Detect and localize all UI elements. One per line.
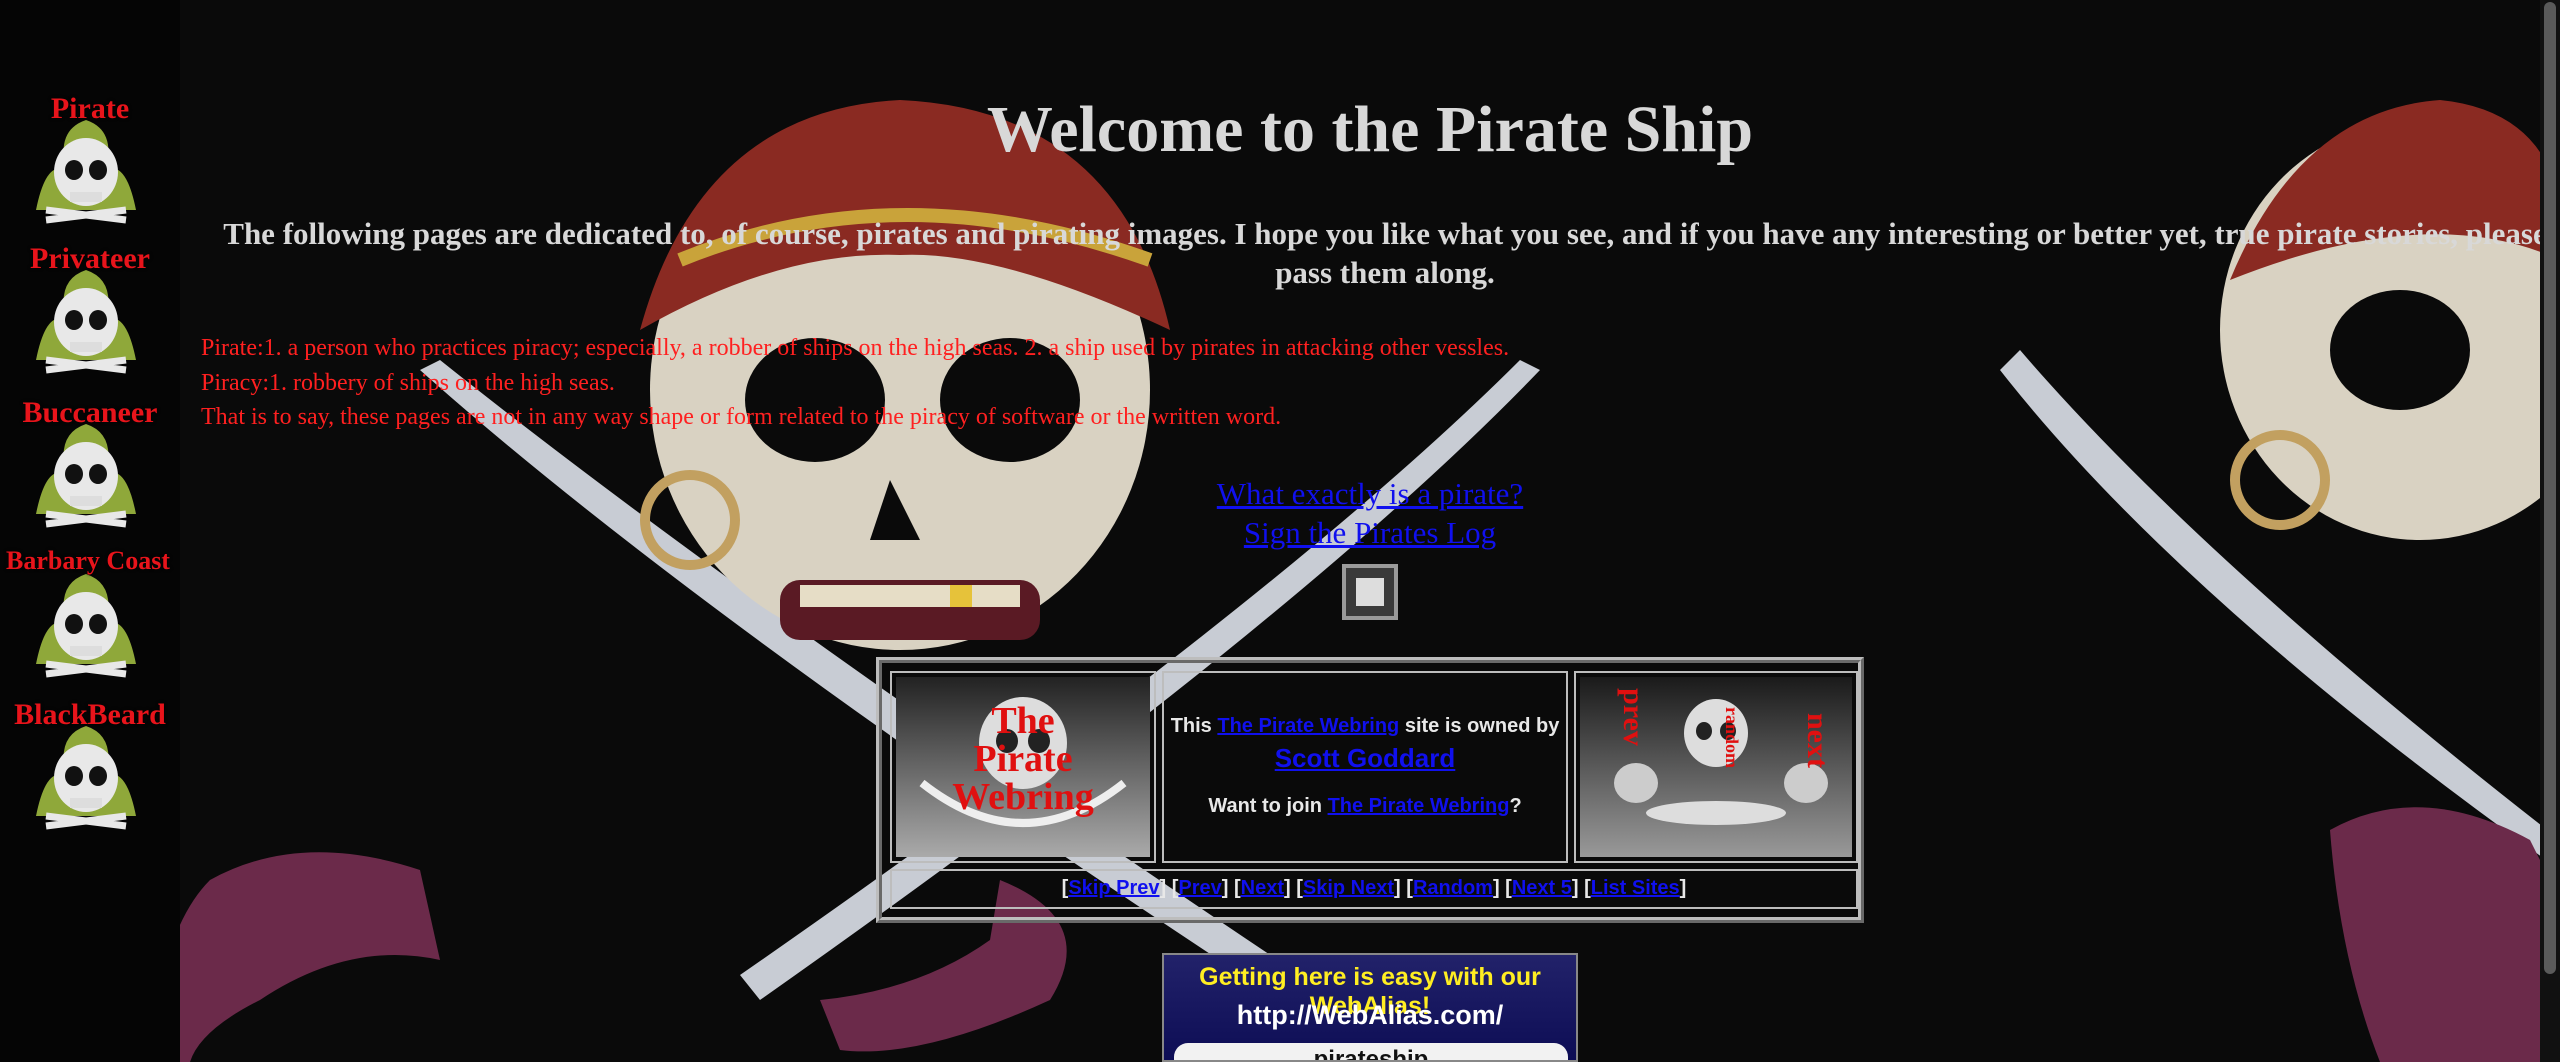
webring-logo[interactable]: The Pirate Webring [890, 671, 1156, 863]
webalias-banner[interactable]: Getting here is easy with our WebAlias! … [1162, 953, 1578, 1062]
skip-next-link[interactable]: Skip Next [1303, 877, 1394, 899]
nav-random-label: random [1722, 707, 1742, 768]
sidebar-item-label: Barbary Coast [6, 546, 170, 575]
next-5-link[interactable]: Next 5 [1512, 877, 1572, 899]
prev-random-next-icon: prev random next [1580, 677, 1852, 857]
sidebar-item-pirate[interactable]: Pirate [0, 92, 180, 232]
sidebar-item-buccaneer[interactable]: Buccaneer [0, 396, 180, 536]
random-link[interactable]: Random [1413, 877, 1493, 899]
intro-text: The following pages are dedicated to, of… [223, 216, 2547, 290]
link-row-what-is-pirate: What exactly is a pirate? [180, 476, 2560, 512]
join-suffix: ? [1509, 795, 1522, 817]
webring-name-link[interactable]: The Pirate Webring [1217, 715, 1399, 737]
skip-prev-link[interactable]: Skip Prev [1068, 877, 1159, 899]
sidebar-item-barbary-coast[interactable]: Barbary Coast [0, 546, 180, 686]
owner-suffix: site is owned by [1404, 715, 1560, 737]
main-content: Welcome to the Pirate Ship The following… [180, 0, 2560, 1062]
link-row-sign-log: Sign the Pirates Log [180, 515, 2560, 551]
webring-table: The Pirate Webring This The Pirate Webri… [876, 657, 1864, 923]
sidebar-item-blackbeard[interactable]: BlackBeard [0, 698, 180, 838]
pirate-webring-logo-icon: The Pirate Webring [896, 677, 1150, 857]
definition-disclaimer: That is to say, these pages are not in a… [201, 404, 1282, 430]
banner-line-3: pirateship [1174, 1043, 1568, 1060]
flaming-skull-icon [36, 120, 136, 224]
sidebar-item-privateer[interactable]: Privateer [0, 242, 180, 382]
sidebar-item-label: Buccaneer [22, 396, 158, 429]
sidebar: Pirate Privateer Buccaneer Barbary Coast… [0, 0, 180, 1062]
owner-name-link[interactable]: Scott Goddard [1275, 743, 1456, 773]
flaming-skull-icon [36, 270, 136, 374]
join-prefix: Want to join [1208, 795, 1322, 817]
join-webring-link[interactable]: The Pirate Webring [1328, 795, 1510, 817]
flaming-skull-icon [36, 726, 136, 830]
scrollbar-thumb[interactable] [2544, 2, 2556, 974]
owner-name-line: Scott Goddard [1164, 743, 1566, 774]
flaming-skull-icon [36, 574, 136, 678]
logo-word-webring: Webring [952, 776, 1093, 818]
next-link[interactable]: Next [1241, 877, 1284, 899]
owner-line: This The Pirate Webring site is owned by [1164, 715, 1566, 738]
join-line: Want to join The Pirate Webring? [1164, 795, 1566, 818]
definition-pirate: Pirate:1. a person who practices piracy;… [201, 335, 1510, 361]
broken-image-icon[interactable] [1342, 564, 1398, 620]
webring-info: This The Pirate Webring site is owned by… [1162, 671, 1568, 863]
vertical-scrollbar[interactable] [2540, 0, 2560, 1062]
logo-word-the: The [991, 700, 1054, 742]
sidebar-item-label: Pirate [50, 92, 130, 125]
page-title: Welcome to the Pirate Ship [986, 93, 1754, 166]
bottom-links-row: [Skip Prev] [Prev] [Next] [Skip Next] [R… [1061, 877, 1687, 899]
sidebar-item-label: Privateer [30, 242, 150, 275]
sidebar-item-label: BlackBeard [14, 698, 166, 731]
webring-nav-image[interactable]: prev random next [1574, 671, 1858, 863]
nav-prev-label: prev [1617, 688, 1650, 746]
logo-word-pirate: Pirate [973, 738, 1072, 780]
definition-piracy: Piracy:1. robbery of ships on the high s… [201, 370, 615, 396]
sign-pirates-log-link[interactable]: Sign the Pirates Log [1244, 515, 1496, 550]
prev-link[interactable]: Prev [1178, 877, 1221, 899]
flaming-skull-icon [36, 424, 136, 528]
banner-line-2: http://WebAlias.com/ [1236, 1000, 1504, 1030]
webring-bottom-links: [Skip Prev] [Prev] [Next] [Skip Next] [R… [890, 869, 1858, 909]
nav-next-label: next [1801, 713, 1834, 768]
owner-prefix: This [1170, 715, 1212, 737]
what-is-pirate-link[interactable]: What exactly is a pirate? [1217, 476, 1523, 511]
list-sites-link[interactable]: List Sites [1591, 877, 1680, 899]
